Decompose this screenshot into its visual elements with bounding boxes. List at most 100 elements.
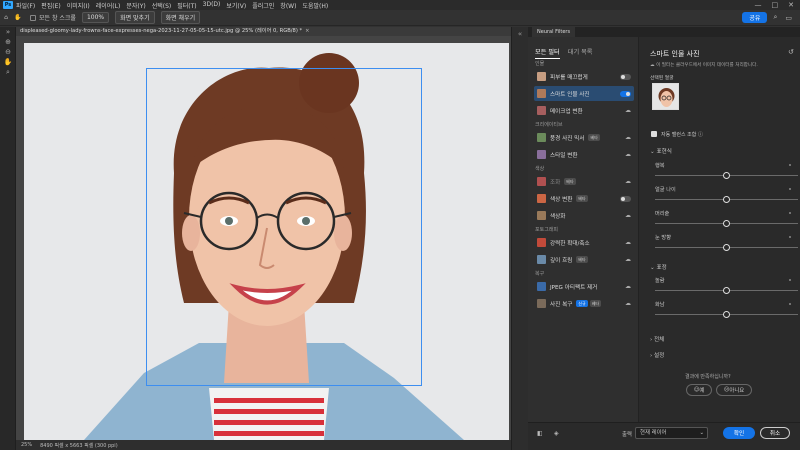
cloud-download-icon[interactable]: ☁ <box>625 300 631 307</box>
filter-thumbnail <box>537 299 546 308</box>
tools-panel: » ⊕ ⊖ ✋ ⌕ <box>0 27 16 450</box>
slider-track[interactable] <box>655 244 798 251</box>
face-selection-box[interactable] <box>146 68 422 386</box>
menu-item[interactable]: 필터(T) <box>177 1 196 10</box>
zoom-tool-icon[interactable]: ⌕ <box>0 67 16 77</box>
collapse-icon[interactable]: » <box>0 27 16 37</box>
filter-toggle[interactable] <box>620 91 631 97</box>
filter-item[interactable]: 색상 변환 베타 <box>534 191 634 206</box>
slider-handle[interactable] <box>722 172 730 179</box>
filter-item[interactable]: 스마트 인물 사진 <box>534 86 634 101</box>
zoom-100-button[interactable]: 100% <box>81 12 110 23</box>
menu-item[interactable]: 창(W) <box>280 1 296 10</box>
hand-tool-icon[interactable]: ✋ <box>0 57 16 67</box>
slider-reset-dot[interactable] <box>789 303 791 305</box>
slider-reset-dot[interactable] <box>789 279 791 281</box>
slider-reset-dot[interactable] <box>789 236 791 238</box>
section-settings[interactable]: › 설정 <box>650 351 664 359</box>
zoom-level[interactable]: 25% <box>21 442 32 448</box>
filter-item[interactable]: 색상화 ☁ <box>534 208 634 223</box>
preview-toggle-icon[interactable]: ◧ <box>537 430 543 437</box>
slider-handle[interactable] <box>722 244 730 251</box>
slider-handle[interactable] <box>722 220 730 227</box>
slider-track[interactable] <box>655 196 798 203</box>
section-global[interactable]: › 전체 <box>650 335 664 343</box>
minimize-icon[interactable]: — <box>755 1 762 9</box>
cloud-download-icon[interactable]: ☁ <box>625 151 631 158</box>
filter-item[interactable]: 깊이 흐림 베타 ☁ <box>534 252 634 267</box>
workspace-icon[interactable]: ▭ <box>785 14 792 22</box>
menu-item[interactable]: 플러그인 <box>252 1 274 10</box>
menu-item[interactable]: 도움말(H) <box>302 1 328 10</box>
slider-handle[interactable] <box>722 287 730 294</box>
slider-label: 눈 방향 <box>655 235 671 241</box>
filter-tag: 신규 <box>576 300 588 307</box>
tab-all-filters[interactable]: 모든 필터 <box>535 47 560 59</box>
slider-handle[interactable] <box>722 196 730 203</box>
filter-item[interactable]: 스타일 변환 ☁ <box>534 147 634 162</box>
slider-track[interactable] <box>655 172 798 179</box>
filter-category: 포토그래피 <box>535 227 559 233</box>
feedback-no-button[interactable]: ☹ 아니요 <box>716 384 752 396</box>
output-select[interactable]: 현재 레이어 ⌄ <box>635 427 708 439</box>
collapse-panels-icon[interactable]: « <box>512 27 528 41</box>
share-button[interactable]: 공유 <box>742 12 768 23</box>
menu-item[interactable]: 3D(D) <box>203 1 221 10</box>
filter-item[interactable]: 메이크업 변환 ☁ <box>534 103 634 118</box>
cloud-download-icon[interactable]: ☁ <box>625 239 631 246</box>
cloud-download-icon[interactable]: ☁ <box>625 212 631 219</box>
cloud-download-icon[interactable]: ☁ <box>625 134 631 141</box>
cloud-notice: ☁ 이 필터는 클라우드에서 이미지 데이터를 처리합니다. <box>650 63 758 68</box>
scroll-all-windows-checkbox[interactable] <box>30 14 36 21</box>
layers-icon[interactable]: ◈ <box>554 430 559 437</box>
close-tab-icon[interactable]: × <box>305 28 309 34</box>
reset-icon[interactable]: ↺ <box>788 48 794 56</box>
section-expression[interactable]: ⌄ 표현식 <box>650 147 672 155</box>
filter-item[interactable]: 피부를 매끄럽게 <box>534 69 634 84</box>
cloud-download-icon[interactable]: ☁ <box>625 107 631 114</box>
zoom-in-icon[interactable]: ⊕ <box>0 37 16 47</box>
slider-handle[interactable] <box>722 311 730 318</box>
fit-screen-button[interactable]: 화면 맞추기 <box>115 11 155 24</box>
home-icon[interactable]: ⌂ <box>0 14 12 21</box>
menu-item[interactable]: 레이어(L) <box>96 1 121 10</box>
menu-item[interactable]: 보기(V) <box>226 1 246 10</box>
cloud-download-icon[interactable]: ☁ <box>625 256 631 263</box>
tab-waitlist[interactable]: 대기 목록 <box>568 47 593 59</box>
slider-reset-dot[interactable] <box>789 212 791 214</box>
menu-item[interactable]: 파일(F) <box>16 1 35 10</box>
ok-button[interactable]: 확인 <box>723 427 755 439</box>
close-icon[interactable]: ✕ <box>788 1 794 9</box>
cloud-download-icon[interactable]: ☁ <box>625 178 631 185</box>
menu-item[interactable]: 이미지(I) <box>67 1 90 10</box>
hand-tool-icon[interactable]: ✋ <box>12 14 24 21</box>
menu-item[interactable]: 문자(Y) <box>126 1 145 10</box>
cancel-button[interactable]: 취소 <box>760 427 790 439</box>
document-tab[interactable]: displeased-gloomy-lady-frowns-face-expre… <box>16 27 511 36</box>
slider-reset-dot[interactable] <box>789 164 791 166</box>
auto-balance-checkbox[interactable] <box>651 131 657 137</box>
fill-screen-button[interactable]: 화면 채우기 <box>160 11 201 24</box>
slider-track[interactable] <box>655 287 798 294</box>
filter-item[interactable]: 강력한 확대/축소 ☁ <box>534 235 634 250</box>
slider-track[interactable] <box>655 311 798 318</box>
filter-item[interactable]: 조화 베타 ☁ <box>534 174 634 189</box>
filter-item[interactable]: 사진 복구 신규 베타 ☁ <box>534 296 634 311</box>
slider-track[interactable] <box>655 220 798 227</box>
filter-toggle[interactable] <box>620 74 631 80</box>
cloud-download-icon[interactable]: ☁ <box>625 283 631 290</box>
filter-item[interactable]: 풍경 사진 믹서 베타 ☁ <box>534 130 634 145</box>
selected-face-thumbnail[interactable] <box>652 83 679 110</box>
slider-reset-dot[interactable] <box>789 188 791 190</box>
maximize-icon[interactable]: □ <box>772 1 779 9</box>
menu-item[interactable]: 선택(S) <box>152 1 172 10</box>
filter-item[interactable]: JPEG 아티팩트 제거 ☁ <box>534 279 634 294</box>
neural-filters-tab[interactable]: Neural Filters <box>532 27 576 37</box>
slider-label: 머리숱 <box>655 211 670 217</box>
filter-toggle[interactable] <box>620 196 631 202</box>
search-icon[interactable]: ⌕ <box>773 13 777 22</box>
section-mood[interactable]: ⌄ 표정 <box>650 263 667 271</box>
zoom-out-icon[interactable]: ⊖ <box>0 47 16 57</box>
feedback-yes-button[interactable]: ☺ 예 <box>686 384 712 396</box>
menu-item[interactable]: 편집(E) <box>41 1 61 10</box>
